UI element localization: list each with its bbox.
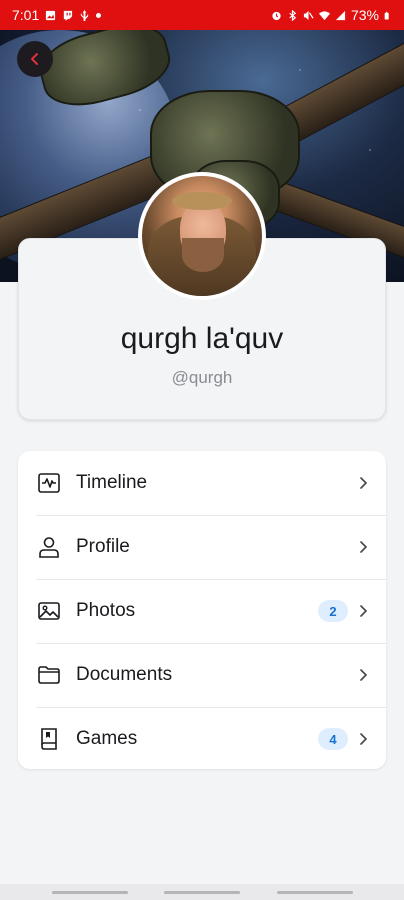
twitch-notification-icon (64, 10, 73, 21)
chevron-right-icon (360, 669, 368, 681)
chevron-right-icon (360, 733, 368, 745)
menu-item-label: Documents (76, 664, 173, 685)
status-bar: 7:01 73% (0, 0, 404, 30)
photo-icon (36, 598, 62, 624)
notification-dot (96, 12, 102, 18)
usb-debug-icon (81, 9, 89, 21)
book-icon (36, 726, 62, 752)
wifi-icon (318, 10, 330, 20)
profile-display-name: qurgh la'quv (120, 322, 284, 355)
bluetooth-icon (289, 9, 297, 21)
person-icon (36, 534, 62, 560)
profile-handle: @qurgh (171, 368, 233, 387)
menu-item-games[interactable]: Games 4 (18, 707, 386, 771)
menu-item-label: Timeline (76, 472, 148, 493)
alarm-icon (272, 11, 281, 20)
menu-item-documents[interactable]: Documents (18, 643, 386, 707)
menu-item-label: Games (76, 728, 138, 749)
menu-item-label: Profile (76, 536, 130, 557)
mute-icon (303, 10, 314, 20)
chevron-right-icon (360, 605, 368, 617)
menu-item-profile[interactable]: Profile (18, 515, 386, 579)
avatar[interactable] (138, 172, 266, 300)
games-count-badge: 4 (318, 728, 348, 750)
nav-home-button[interactable] (164, 891, 240, 894)
avatar-image (142, 176, 262, 296)
battery-icon (384, 11, 389, 19)
status-time: 7:01 (12, 7, 40, 23)
chevron-right-icon (360, 541, 368, 553)
system-nav-bar (0, 884, 404, 900)
menu-item-photos[interactable]: Photos 2 (18, 579, 386, 643)
folder-icon (36, 662, 62, 688)
profile-menu: Timeline Profile Photos 2 Documents Game… (18, 451, 386, 769)
timeline-icon (36, 470, 62, 496)
photos-count-badge: 2 (318, 600, 348, 622)
signal-icon (335, 10, 346, 20)
nav-back-button[interactable] (277, 891, 353, 894)
nav-recents-button[interactable] (52, 891, 128, 894)
battery-percent: 73% (350, 7, 379, 23)
menu-item-label: Photos (76, 600, 136, 621)
menu-item-timeline[interactable]: Timeline (18, 451, 386, 515)
chevron-left-icon (31, 53, 38, 65)
back-button[interactable] (17, 41, 53, 77)
chevron-right-icon (360, 477, 368, 489)
gallery-notification-icon (46, 10, 56, 20)
